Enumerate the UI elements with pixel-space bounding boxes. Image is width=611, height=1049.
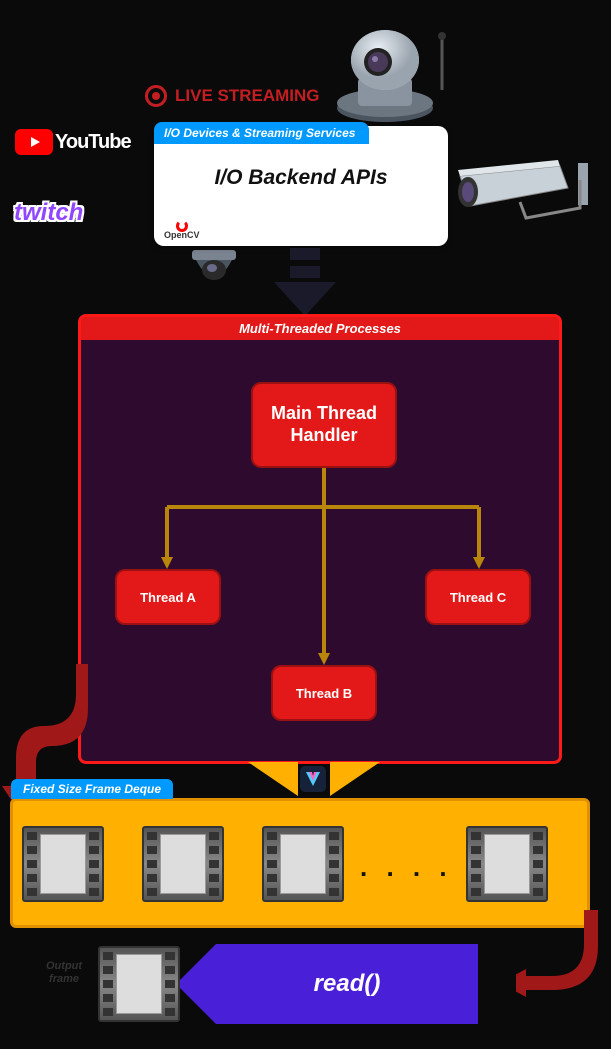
ptz-camera-icon <box>330 20 450 125</box>
record-icon <box>145 85 167 107</box>
live-streaming-text: LIVE STREAMING <box>175 86 320 106</box>
io-tab: I/O Devices & Streaming Services <box>154 122 369 144</box>
read-function-box: read() <box>216 944 478 1024</box>
thread-c: Thread C <box>425 569 531 625</box>
io-title: I/O Backend APIs <box>154 166 448 190</box>
main-thread-handler: Main Thread Handler <box>251 382 397 468</box>
output-film-frame-icon <box>98 946 180 1022</box>
twitch-logo: twitch <box>14 199 83 227</box>
ellipsis: . . . . <box>360 852 453 883</box>
opencv-logo: OpenCV <box>164 220 200 240</box>
arrow-io-to-mt <box>262 248 348 318</box>
read-text: read() <box>314 970 381 998</box>
thread-b: Thread B <box>271 665 377 721</box>
thread-a: Thread A <box>115 569 221 625</box>
funnel-right <box>330 762 380 796</box>
funnel-left <box>248 762 298 796</box>
opencv-text: OpenCV <box>164 230 200 240</box>
film-frame-icon <box>142 826 224 902</box>
cctv-camera-icon <box>450 158 595 228</box>
film-frame-icon <box>22 826 104 902</box>
v-logo-icon <box>300 766 326 792</box>
film-frame-icon <box>466 826 548 902</box>
film-frame-icon <box>262 826 344 902</box>
deque-tab: Fixed Size Frame Deque <box>11 779 173 799</box>
youtube-logo: YouTube <box>15 129 131 155</box>
dome-camera-icon <box>188 250 240 292</box>
youtube-play-icon <box>15 129 53 155</box>
output-frame-label: Outputframe <box>46 960 82 986</box>
live-streaming-badge: LIVE STREAMING <box>145 85 320 107</box>
mt-header: Multi-Threaded Processes <box>81 317 559 340</box>
arrow-deque-to-read <box>516 910 611 1020</box>
io-backend-box: I/O Devices & Streaming Services I/O Bac… <box>154 126 448 246</box>
multithreaded-box: Multi-Threaded Processes Main Thread Han… <box>78 314 562 764</box>
